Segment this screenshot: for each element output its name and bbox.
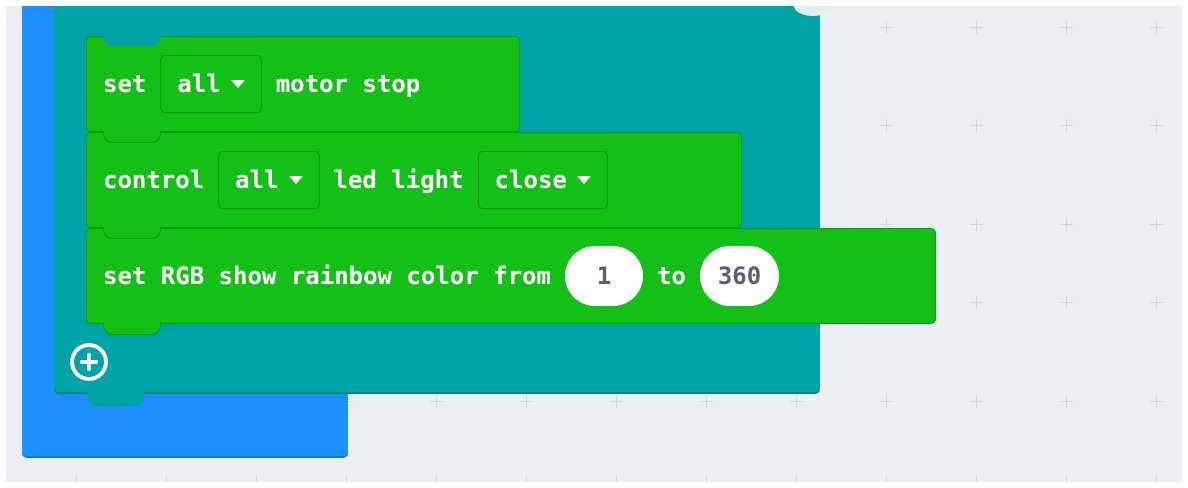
chevron-down-icon	[288, 176, 303, 184]
rgb-rainbow-label: set RGB show rainbow color from	[103, 262, 551, 290]
grid-plus-marker	[790, 395, 803, 408]
grid-plus-marker	[970, 296, 983, 309]
loop-bottom-connector	[88, 392, 144, 406]
grid-plus-marker	[880, 119, 893, 132]
led-state-value: close	[494, 166, 567, 194]
grid-plus-marker	[790, 476, 803, 482]
grid-plus-marker	[1150, 21, 1163, 34]
rainbow-to-label: to	[656, 262, 686, 290]
grid-plus-marker	[430, 476, 443, 482]
grid-plus-marker	[1150, 296, 1163, 309]
grid-plus-marker	[520, 476, 533, 482]
grid-plus-marker	[880, 395, 893, 408]
grid-plus-marker	[1150, 119, 1163, 132]
led-select-dropdown[interactable]: all	[218, 151, 320, 209]
grid-plus-marker	[340, 476, 353, 482]
grid-plus-marker	[430, 395, 443, 408]
grid-plus-marker	[520, 395, 533, 408]
motor-select-dropdown[interactable]: all	[160, 55, 262, 113]
grid-plus-marker	[610, 395, 623, 408]
grid-plus-marker	[70, 476, 83, 482]
loop-top-notch	[794, 6, 832, 16]
led-control-label: control	[103, 166, 205, 194]
led-light-label: led light	[333, 166, 464, 194]
grid-plus-marker	[1150, 476, 1163, 482]
grid-plus-marker	[880, 476, 893, 482]
grid-plus-marker	[970, 218, 983, 231]
grid-plus-marker	[700, 395, 713, 408]
grid-plus-marker	[1150, 395, 1163, 408]
rainbow-to-input[interactable]: 360	[699, 246, 780, 306]
chevron-down-icon	[230, 80, 245, 88]
plus-circle-icon[interactable]	[70, 343, 108, 381]
grid-plus-marker	[970, 395, 983, 408]
grid-plus-marker	[160, 476, 173, 482]
grid-plus-marker	[700, 476, 713, 482]
led-select-value: all	[235, 166, 279, 194]
grid-plus-marker	[1060, 21, 1073, 34]
grid-plus-marker	[1060, 296, 1073, 309]
motor-select-value: all	[177, 70, 221, 98]
grid-plus-marker	[1060, 119, 1073, 132]
grid-plus-marker	[880, 21, 893, 34]
grid-plus-marker	[970, 119, 983, 132]
grid-plus-marker	[1060, 218, 1073, 231]
grid-plus-marker	[1060, 395, 1073, 408]
grid-plus-marker	[1060, 476, 1073, 482]
chevron-down-icon	[576, 176, 591, 184]
grid-plus-marker	[970, 21, 983, 34]
motor-stop-label: motor stop	[275, 70, 421, 98]
rainbow-from-input[interactable]: 1	[564, 246, 643, 306]
grid-plus-marker	[250, 476, 263, 482]
led-state-dropdown[interactable]: close	[477, 151, 608, 209]
motor-stop-set-label: set	[103, 70, 147, 98]
grid-plus-marker	[970, 476, 983, 482]
blocks-workspace[interactable]: set all motor stop control all led light…	[6, 6, 1182, 482]
rgb-rainbow-block[interactable]: set RGB show rainbow color from 1 to 360	[86, 228, 936, 335]
grid-plus-marker	[1150, 218, 1163, 231]
motor-stop-block[interactable]: set all motor stop	[86, 36, 520, 143]
grid-plus-marker	[610, 476, 623, 482]
led-control-block[interactable]: control all led light close	[86, 132, 742, 239]
